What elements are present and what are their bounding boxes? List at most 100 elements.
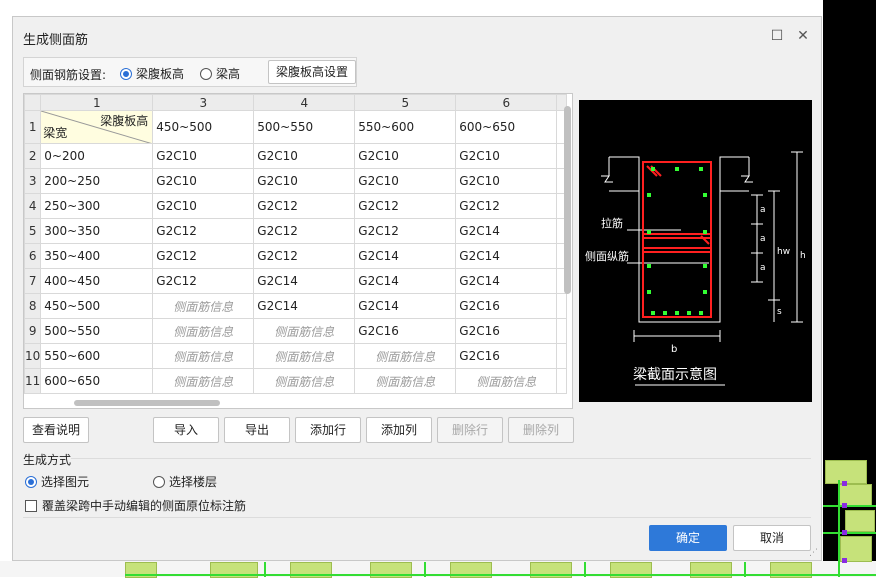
- table-cell[interactable]: G2C10: [253, 168, 356, 194]
- table-cell[interactable]: 600~650: [455, 110, 558, 144]
- table-cell[interactable]: G2C10: [152, 168, 255, 194]
- radio-selected-icon: [120, 67, 132, 80]
- table-cell[interactable]: 200~250: [40, 168, 154, 194]
- table-cell[interactable]: G2C10: [455, 143, 558, 169]
- column-header[interactable]: 3: [152, 94, 255, 111]
- table-cell[interactable]: G2C14: [354, 243, 457, 269]
- table-cell[interactable]: G2C12: [253, 218, 356, 244]
- web-height-settings-button[interactable]: 梁腹板高设置: [268, 60, 356, 84]
- table-cell-placeholder[interactable]: 侧面筋信息: [354, 343, 457, 369]
- table-cell[interactable]: 500~550: [40, 318, 154, 344]
- table-cell-placeholder[interactable]: 侧面筋信息: [253, 343, 356, 369]
- radio-beam-height[interactable]: 梁高: [200, 65, 240, 82]
- table-cell[interactable]: G2C14: [354, 268, 457, 294]
- table-cell[interactable]: 550~600: [354, 110, 457, 144]
- table-cell[interactable]: G2C12: [152, 243, 255, 269]
- table-cell[interactable]: G2C12: [253, 193, 356, 219]
- table-cell[interactable]: G2C10: [354, 143, 457, 169]
- table-cell[interactable]: G2C10: [253, 143, 356, 169]
- table-cell[interactable]: G2C12: [455, 193, 558, 219]
- row-number[interactable]: 3: [24, 168, 42, 194]
- row-number[interactable]: 8: [24, 293, 42, 319]
- cad-line: [823, 532, 876, 534]
- radio-select-element[interactable]: 选择图元: [25, 473, 89, 490]
- table-cell-placeholder[interactable]: 侧面筋信息: [152, 293, 255, 319]
- overwrite-checkbox[interactable]: 覆盖梁跨中手动编辑的侧面原位标注筋: [25, 497, 246, 514]
- table-cell[interactable]: G2C16: [455, 293, 558, 319]
- row-number[interactable]: 11: [24, 368, 42, 394]
- radio-select-floor[interactable]: 选择楼层: [153, 473, 217, 490]
- column-header[interactable]: 4: [253, 94, 356, 111]
- import-button[interactable]: 导入: [153, 417, 219, 443]
- table-cell-overflow: [556, 368, 568, 394]
- table-cell[interactable]: 250~300: [40, 193, 154, 219]
- table-cell[interactable]: G2C10: [152, 143, 255, 169]
- table-cell[interactable]: G2C14: [455, 243, 558, 269]
- column-header[interactable]: 5: [354, 94, 457, 111]
- view-help-button[interactable]: 查看说明: [23, 417, 89, 443]
- table-cell[interactable]: G2C16: [455, 318, 558, 344]
- column-header[interactable]: 1: [40, 94, 154, 111]
- table-cell[interactable]: G2C16: [354, 318, 457, 344]
- side-rebar-setting-bar: 侧面钢筋设置: 梁腹板高 梁高 梁腹板高设置: [23, 57, 357, 87]
- export-button[interactable]: 导出: [224, 417, 290, 443]
- table-cell[interactable]: G2C12: [152, 268, 255, 294]
- ok-button[interactable]: 确定: [649, 525, 727, 551]
- row-number[interactable]: 7: [24, 268, 42, 294]
- table-cell[interactable]: 550~600: [40, 343, 154, 369]
- table-cell[interactable]: G2C14: [253, 293, 356, 319]
- beam-section-diagram: 拉筋 侧面纵筋 a a a hw h s b 梁截面示意图: [579, 100, 812, 402]
- table-cell-placeholder[interactable]: 侧面筋信息: [152, 368, 255, 394]
- row-number[interactable]: 5: [24, 218, 42, 244]
- row-number[interactable]: 6: [24, 243, 42, 269]
- resize-grip-icon[interactable]: ⋰: [809, 548, 819, 558]
- row-number[interactable]: 9: [24, 318, 42, 344]
- table-cell[interactable]: 500~550: [253, 110, 356, 144]
- delete-row-button[interactable]: 删除行: [437, 417, 503, 443]
- table-cell[interactable]: 0~200: [40, 143, 154, 169]
- table-cell[interactable]: 400~450: [40, 268, 154, 294]
- table-cell[interactable]: G2C10: [455, 168, 558, 194]
- table-cell[interactable]: 350~400: [40, 243, 154, 269]
- table-cell[interactable]: 450~500: [152, 110, 255, 144]
- table-cell[interactable]: G2C10: [354, 168, 457, 194]
- delete-column-button[interactable]: 删除列: [508, 417, 574, 443]
- table-cell[interactable]: G2C12: [152, 218, 255, 244]
- table-cell-placeholder[interactable]: 侧面筋信息: [152, 318, 255, 344]
- row-number[interactable]: 4: [24, 193, 42, 219]
- table-cell[interactable]: G2C12: [253, 243, 356, 269]
- table-cell[interactable]: G2C14: [354, 293, 457, 319]
- table-cell-placeholder[interactable]: 侧面筋信息: [152, 343, 255, 369]
- row-number[interactable]: 1: [24, 110, 42, 144]
- table-cell[interactable]: 600~650: [40, 368, 154, 394]
- close-icon[interactable]: ✕: [795, 28, 811, 44]
- cancel-button[interactable]: 取消: [733, 525, 811, 551]
- radio-web-height[interactable]: 梁腹板高: [120, 65, 184, 82]
- table-cell[interactable]: 450~500: [40, 293, 154, 319]
- table-cell[interactable]: G2C14: [455, 268, 558, 294]
- vertical-scrollbar[interactable]: [564, 106, 571, 294]
- setting-label: 侧面钢筋设置:: [30, 68, 107, 82]
- table-cell[interactable]: G2C12: [354, 218, 457, 244]
- table-cell[interactable]: G2C12: [354, 193, 457, 219]
- table-cell-placeholder[interactable]: 侧面筋信息: [253, 318, 356, 344]
- radio-web-height-label: 梁腹板高: [136, 67, 185, 81]
- diagonal-header-cell[interactable]: 梁腹板高 梁宽: [40, 110, 154, 144]
- table-cell-placeholder[interactable]: 侧面筋信息: [455, 368, 558, 394]
- table-row: 11 600~650 侧面筋信息 侧面筋信息 侧面筋信息 侧面筋信息: [24, 368, 568, 394]
- table-cell[interactable]: G2C14: [455, 218, 558, 244]
- table-cell[interactable]: G2C14: [253, 268, 356, 294]
- table-cell[interactable]: 300~350: [40, 218, 154, 244]
- overwrite-checkbox-label: 覆盖梁跨中手动编辑的侧面原位标注筋: [42, 499, 247, 513]
- row-number[interactable]: 2: [24, 143, 42, 169]
- row-number[interactable]: 10: [24, 343, 42, 369]
- horizontal-scrollbar[interactable]: [74, 400, 220, 406]
- table-cell-placeholder[interactable]: 侧面筋信息: [354, 368, 457, 394]
- maximize-icon[interactable]: ☐: [769, 28, 785, 44]
- table-cell-placeholder[interactable]: 侧面筋信息: [253, 368, 356, 394]
- column-header[interactable]: 6: [455, 94, 558, 111]
- table-cell[interactable]: G2C16: [455, 343, 558, 369]
- add-column-button[interactable]: 添加列: [366, 417, 432, 443]
- add-row-button[interactable]: 添加行: [295, 417, 361, 443]
- table-cell[interactable]: G2C10: [152, 193, 255, 219]
